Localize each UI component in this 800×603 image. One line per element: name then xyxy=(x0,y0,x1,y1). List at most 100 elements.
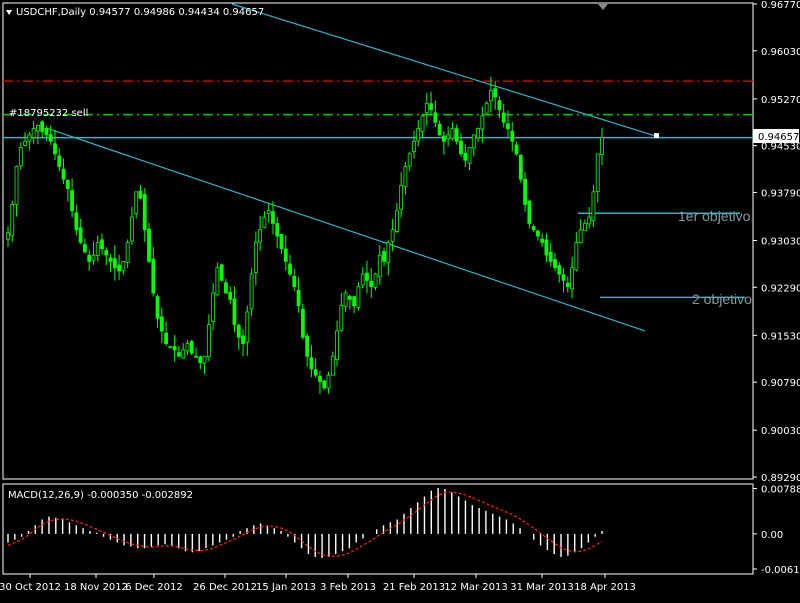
candle-body xyxy=(108,257,113,262)
candle-body xyxy=(352,296,357,307)
candle-body xyxy=(61,168,66,180)
time-tick-label: 30 Oct 2012 xyxy=(0,582,61,593)
candle-body xyxy=(309,357,314,370)
candle-body xyxy=(224,282,228,294)
candle-body xyxy=(570,267,574,290)
candle-body xyxy=(518,154,523,180)
candle-body xyxy=(36,125,40,132)
candle-body xyxy=(95,241,100,256)
candle-body xyxy=(450,128,455,139)
candle-body xyxy=(587,216,592,225)
candle-body xyxy=(365,272,369,281)
candle-body xyxy=(181,349,186,359)
candle-body xyxy=(142,194,147,231)
candle-body xyxy=(407,153,412,167)
candle-body xyxy=(484,102,489,114)
target2-label: 2 objetivo xyxy=(692,291,752,307)
trendline-handle xyxy=(654,133,659,139)
candle-body xyxy=(454,128,459,142)
candle-body xyxy=(326,374,331,389)
candle-body xyxy=(40,121,45,133)
candle-body xyxy=(164,332,169,344)
candle-body xyxy=(121,260,126,271)
candle-body xyxy=(441,135,446,142)
price-tick-label: 0.93030 xyxy=(761,237,800,248)
candle-body xyxy=(514,144,519,155)
candle-body xyxy=(253,241,258,273)
candle-body xyxy=(91,254,96,261)
candle-body xyxy=(112,258,117,269)
candle-body xyxy=(330,355,335,376)
symbol-header: USDCHF,Daily 0.94577 0.94986 0.94434 0.9… xyxy=(16,7,264,18)
candle-body xyxy=(65,179,70,190)
candle-body xyxy=(433,112,438,123)
candle-body xyxy=(386,241,391,264)
trading-chart[interactable]: 0.96770 0.96030 0.95270 0.94530 0.93790 0.930… xyxy=(0,0,800,603)
candle-body xyxy=(232,298,237,326)
candle-body xyxy=(211,292,216,322)
candle-body xyxy=(424,102,429,114)
candle-body xyxy=(151,258,156,294)
candle-body xyxy=(83,244,87,253)
candle-body xyxy=(296,289,301,307)
candle-body xyxy=(420,115,425,133)
current-price-text: 0.94657 xyxy=(758,132,799,143)
price-tick-label: 0.91530 xyxy=(761,331,800,342)
time-tick-label: 12 Mar 2013 xyxy=(444,582,507,593)
candle-body xyxy=(228,291,233,300)
candle-body xyxy=(578,229,583,244)
candle-body xyxy=(360,273,365,286)
candle-body xyxy=(31,128,36,138)
candle-body xyxy=(134,191,139,215)
candle-body xyxy=(595,153,600,192)
candle-body xyxy=(467,147,472,164)
candle-body xyxy=(194,355,198,358)
candle-body xyxy=(23,140,27,146)
candle-body xyxy=(356,286,361,308)
macd-tick-label: 0.007885 xyxy=(761,485,800,496)
candle-body xyxy=(292,275,297,288)
candle-body xyxy=(318,375,322,382)
candle-body xyxy=(117,264,122,272)
candle-body xyxy=(215,267,220,296)
candle-body xyxy=(275,223,280,237)
candle-body xyxy=(583,223,587,231)
candle-body xyxy=(390,229,395,242)
candle-body xyxy=(480,115,485,130)
candle-body xyxy=(471,134,476,149)
target1-label: 1er objetivo xyxy=(678,208,751,224)
candle-body xyxy=(104,250,109,256)
candle-body xyxy=(429,103,433,111)
candle-body xyxy=(185,343,190,352)
candle-body xyxy=(535,230,540,237)
candle-body xyxy=(241,335,245,344)
candle-body xyxy=(44,127,49,136)
macd-label: MACD(12,26,9) -0.000350 -0.002892 xyxy=(8,490,193,501)
candle-body xyxy=(561,274,566,281)
candle-body xyxy=(377,254,382,278)
time-tick-label: 21 Feb 2013 xyxy=(383,582,445,593)
price-tick-label: 0.93790 xyxy=(761,188,800,199)
candle-body xyxy=(279,233,284,250)
candle-body xyxy=(125,241,130,263)
candle-body xyxy=(600,137,604,155)
candle-body xyxy=(399,185,404,210)
candle-body xyxy=(283,248,288,262)
candle-body xyxy=(87,254,92,262)
candle-body xyxy=(313,369,318,376)
candle-body xyxy=(53,143,57,155)
candle-body xyxy=(266,210,271,214)
candle-body xyxy=(262,216,267,228)
price-tick-label: 0.96770 xyxy=(761,0,800,11)
candle-body xyxy=(198,356,203,363)
candle-body xyxy=(412,140,416,152)
candle-body xyxy=(27,134,32,142)
candle-body xyxy=(100,239,104,250)
candle-body xyxy=(343,292,348,307)
candle-body xyxy=(168,346,173,349)
candle-body xyxy=(10,204,15,237)
candle-body xyxy=(189,340,194,354)
candle-body xyxy=(206,324,211,357)
time-tick-label: 6 Dec 2012 xyxy=(125,582,183,593)
time-tick-label: 18 Nov 2012 xyxy=(64,582,128,593)
